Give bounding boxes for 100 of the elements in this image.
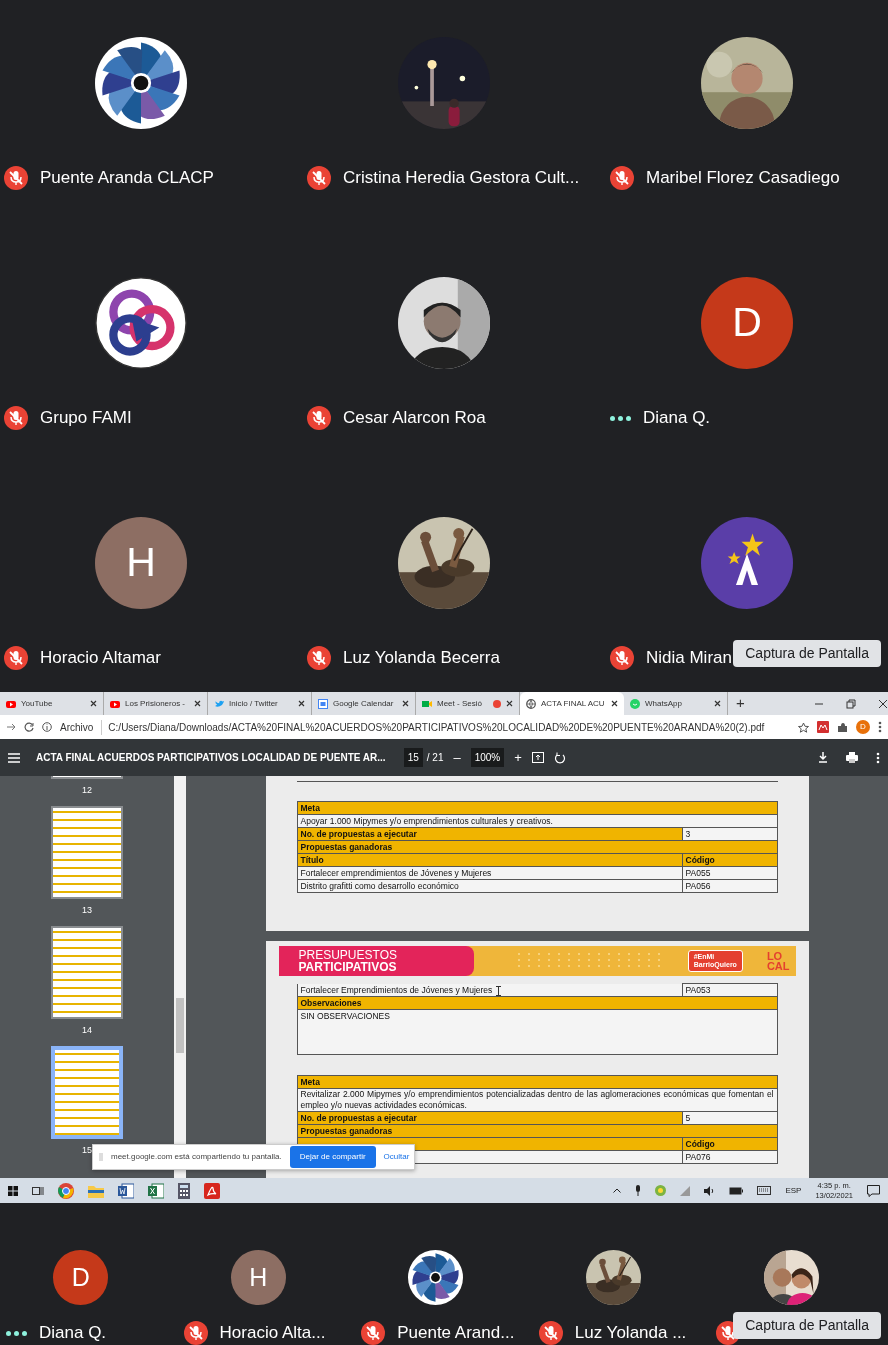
- reload-icon[interactable]: [24, 722, 34, 732]
- keyboard-icon[interactable]: [757, 1186, 772, 1195]
- rotate-icon[interactable]: [553, 751, 566, 764]
- microphone-icon[interactable]: [635, 1185, 642, 1196]
- avatar: H: [95, 517, 187, 609]
- tab-title: ACTA FINAL ACU: [541, 697, 606, 710]
- stop-sharing-button[interactable]: Dejar de compartir: [289, 1146, 376, 1168]
- participant-name: Puente Arand...: [397, 1322, 515, 1345]
- puzzle-icon[interactable]: [837, 721, 848, 733]
- address-prefix: Archivo: [60, 720, 94, 735]
- page-label: 15: [82, 1145, 92, 1156]
- forward-icon[interactable]: [6, 722, 16, 732]
- participant-name: Luz Yolanda Becerra: [343, 647, 500, 670]
- excel-icon[interactable]: [148, 1182, 164, 1199]
- table-cell: PA053: [682, 983, 777, 997]
- download-icon[interactable]: [818, 752, 828, 763]
- play-icon: [6, 698, 16, 709]
- participant-name: Horacio Altamar: [40, 647, 161, 670]
- text-cursor-icon: [496, 985, 502, 996]
- zoom-out-button[interactable]: –: [453, 747, 461, 768]
- folder-icon[interactable]: [88, 1183, 104, 1198]
- table-cell: SIN OBSERVACIONES: [297, 1009, 777, 1055]
- participant-name: Puente Aranda CLACP: [40, 167, 214, 190]
- banner-title: PARTICIPATIVOS: [298, 961, 398, 973]
- restore-icon[interactable]: [846, 698, 856, 709]
- extension-icon[interactable]: [817, 721, 829, 733]
- close-icon[interactable]: [194, 700, 201, 707]
- avatar: D: [53, 1250, 109, 1305]
- print-icon[interactable]: [846, 752, 858, 763]
- volume-icon[interactable]: [704, 1185, 716, 1196]
- browser-tab[interactable]: ACTA FINAL ACU: [520, 692, 624, 715]
- fit-page-icon[interactable]: [531, 752, 544, 763]
- url-field[interactable]: C:/Users/Diana/Downloads/ACTA%20FINAL%20ACUERDOS%20PARTICIPATIVOS%20LOCALIDAD%20DE%20PUENTE%20ARANDA%20(2).pdf: [101, 719, 790, 735]
- zoom-field[interactable]: 100%: [470, 748, 505, 767]
- caret-up-icon[interactable]: [613, 1188, 622, 1193]
- page-number-field[interactable]: 15: [403, 748, 423, 767]
- chat-icon: [630, 698, 640, 709]
- hide-button[interactable]: Ocultar: [383, 1151, 410, 1163]
- language-indicator[interactable]: ESP: [785, 1184, 802, 1197]
- participant-name: Diana Q.: [643, 407, 711, 430]
- close-icon[interactable]: [90, 700, 97, 707]
- share-message: meet.google.com está compartiendo tu pantalla.: [111, 1151, 282, 1163]
- tab-title: Google Calendar: [333, 697, 395, 710]
- close-icon[interactable]: [402, 700, 409, 707]
- bird-icon: [214, 698, 224, 709]
- calculator-icon[interactable]: [178, 1182, 190, 1199]
- participant-name: Luz Yolanda ...: [574, 1322, 687, 1345]
- drag-handle-icon[interactable]: [99, 1152, 103, 1162]
- participant-name: Horacio Alta...: [219, 1322, 326, 1345]
- close-icon[interactable]: [714, 700, 721, 707]
- logo-text: CAL: [766, 961, 790, 971]
- close-icon[interactable]: [878, 698, 888, 709]
- tab-title: Los Prisioneros -: [125, 697, 187, 710]
- word-icon[interactable]: [118, 1182, 134, 1199]
- menu-icon[interactable]: [8, 752, 20, 763]
- star-icon[interactable]: [798, 721, 809, 733]
- participant-name: Maribel Florez Casadiego: [646, 167, 840, 190]
- table-cell: Meta: [297, 801, 777, 815]
- pinwheel-logo-icon: [95, 37, 187, 129]
- calendar-icon: [318, 698, 328, 709]
- task-view-icon[interactable]: [32, 1185, 44, 1196]
- tooltip: Captura de Pantalla: [733, 1312, 881, 1339]
- star-logo-icon: [701, 517, 793, 609]
- more-icon[interactable]: [878, 721, 882, 733]
- avatar: H: [230, 1250, 286, 1305]
- page-label: 12: [82, 785, 92, 796]
- page-thumbnail[interactable]: [51, 926, 123, 1019]
- zoom-in-button[interactable]: +: [514, 747, 522, 768]
- windows-icon[interactable]: [8, 1185, 18, 1196]
- tab-title: Inicio / Twitter: [229, 697, 279, 710]
- close-icon[interactable]: [298, 700, 305, 707]
- participant-name: Nidia Miran: [646, 647, 732, 670]
- camera-icon: [422, 698, 432, 709]
- page-thumbnail[interactable]: [51, 1046, 123, 1139]
- page-thumbnail[interactable]: [51, 806, 123, 899]
- page-total: / 21: [426, 751, 444, 765]
- pdf-icon[interactable]: [204, 1182, 220, 1199]
- logo-text: LO: [766, 951, 784, 961]
- new-tab-button[interactable]: +: [736, 692, 745, 715]
- participant-name: Grupo FAMI: [40, 407, 132, 430]
- play-icon: [110, 698, 120, 709]
- notification-icon[interactable]: [867, 1184, 880, 1197]
- rings-logo-icon: [95, 277, 187, 369]
- close-icon[interactable]: [611, 700, 618, 707]
- page-label: 13: [82, 905, 92, 916]
- tooltip: Captura de Pantalla: [733, 640, 881, 667]
- scrollbar-thumb[interactable]: [176, 998, 184, 1053]
- participant-name: Cesar Alarcon Roa: [343, 407, 486, 430]
- pinwheel-logo-icon: [408, 1250, 464, 1305]
- page-label: 14: [82, 1025, 92, 1036]
- more-icon[interactable]: [876, 751, 880, 764]
- battery-icon[interactable]: [729, 1186, 744, 1195]
- avatar: D: [701, 277, 793, 369]
- document-title: ACTA FINAL ACUERDOS PARTICIPATIVOS LOCALIDAD DE PUENTE AR...: [36, 751, 386, 765]
- table-cell: Revitalizar 2.000 Mipymes y/o emprendimientos potencializadas dentro de las aglomeraciones económicas que fomentan el empleo y/o nuevas actividades económicas.: [297, 1088, 777, 1112]
- globe-icon: [526, 698, 536, 709]
- close-icon[interactable]: [506, 700, 513, 707]
- info-icon: [42, 722, 52, 732]
- banner-title: PRESUPUESTOS: [298, 949, 398, 961]
- chrome-icon[interactable]: [58, 1182, 74, 1199]
